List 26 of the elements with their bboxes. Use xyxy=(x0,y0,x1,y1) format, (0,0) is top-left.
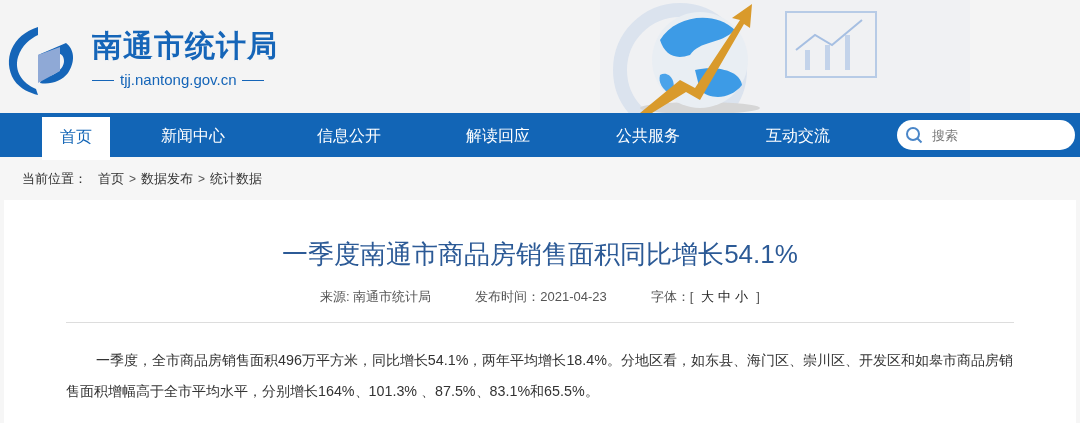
article-source: 来源: 南通市统计局 xyxy=(320,288,432,307)
article-paragraph: 一季度，全市商品房销售面积496万平方米，同比增长54.1%，两年平均增长18.4%。分地区看，如东县、海门区、崇川区、开发区和如皋市商品房销售面积增幅高于全市平均水平，分别增长164%、101.3% 、87.5%、83.1%和65.5%。 xyxy=(66,351,1014,401)
font-size-link[interactable]: 中 xyxy=(718,287,732,307)
nav-tab[interactable]: 互动交流 xyxy=(723,117,873,157)
site-domain: tjj.nantong.gov.cn xyxy=(120,70,237,91)
nav-tab[interactable]: 首页 xyxy=(42,117,110,160)
nav-tab[interactable]: 信息公开 xyxy=(275,117,423,157)
breadcrumb-link[interactable]: 统计数据 xyxy=(210,168,263,189)
font-size-label: 字体： xyxy=(650,288,690,307)
font-size-link[interactable]: 小 xyxy=(735,287,749,307)
bracket: ] xyxy=(756,288,760,307)
search-field[interactable]: 搜索 xyxy=(897,120,1075,150)
breadcrumb-separator: > xyxy=(129,170,136,188)
nav-tab[interactable]: 新闻中心 xyxy=(110,117,275,157)
publish-date: 发布时间：2021-04-23 xyxy=(475,288,607,307)
bracket: [ xyxy=(689,288,694,307)
article-title: 一季度南通市商品房销售面积同比增长54.1% xyxy=(281,238,799,271)
site-name: 南通市统计局 xyxy=(92,28,278,65)
nav-tab[interactable]: 公共服务 xyxy=(573,117,723,157)
breadcrumb-link[interactable]: 首页 xyxy=(98,168,124,189)
breadcrumb-link[interactable]: 数据发布 xyxy=(141,168,193,189)
font-size-link[interactable]: 大 xyxy=(701,287,715,307)
search-icon xyxy=(905,126,923,144)
breadcrumb-separator: > xyxy=(198,170,206,188)
breadcrumb-label: 当前位置： xyxy=(22,169,87,188)
nav-tab[interactable]: 解读回应 xyxy=(423,117,573,157)
